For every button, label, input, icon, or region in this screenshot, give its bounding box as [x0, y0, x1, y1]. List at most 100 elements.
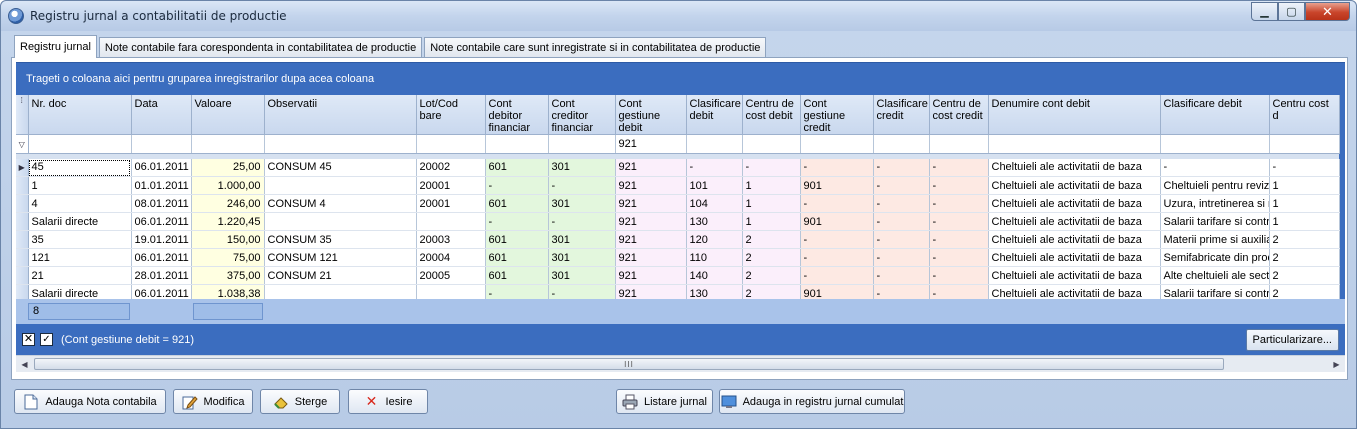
table-cell[interactable]: 601	[485, 230, 549, 249]
table-cell[interactable]: 104	[686, 194, 743, 213]
table-cell[interactable]: 20001	[416, 194, 486, 213]
table-cell[interactable]: CONSUM 4	[264, 194, 417, 213]
table-cell[interactable]: -	[800, 158, 874, 177]
filter-cell[interactable]	[28, 134, 132, 154]
filter-cell[interactable]	[1160, 134, 1270, 154]
table-cell[interactable]: 4	[28, 194, 132, 213]
customize-button[interactable]: Particularizare...	[1245, 329, 1339, 351]
table-cell[interactable]: -	[929, 158, 989, 177]
table-cell[interactable]: Cheltuieli ale activitatii de baza	[988, 158, 1161, 177]
filter-cell[interactable]	[742, 134, 801, 154]
table-cell[interactable]: CONSUM 45	[264, 158, 417, 177]
table-cell[interactable]: -	[929, 194, 989, 213]
table-cell[interactable]: 06.01.2011	[131, 212, 192, 231]
table-cell[interactable]: 2	[1269, 230, 1340, 249]
row-indicator[interactable]	[16, 230, 29, 249]
table-row[interactable]: 4 08.01.2011 246,00 CONSUM 4 20001 601 301 921 1…	[16, 194, 1340, 213]
table-cell[interactable]: 75,00	[191, 248, 265, 267]
table-cell[interactable]: 2	[1269, 248, 1340, 267]
table-cell[interactable]: 20002	[416, 158, 486, 177]
table-cell[interactable]: 1	[742, 194, 801, 213]
row-indicator[interactable]	[16, 194, 29, 213]
tab-note-fara-corespondenta[interactable]: Note contabile fara corespondenta in con…	[98, 37, 423, 58]
filter-cell[interactable]: 921	[615, 134, 687, 154]
table-cell[interactable]: -	[800, 230, 874, 249]
column-header[interactable]: Data	[131, 95, 192, 135]
add-cumulative-button[interactable]: Adauga in registru jurnal cumulat	[719, 389, 905, 414]
table-cell[interactable]: 120	[686, 230, 743, 249]
table-cell[interactable]: 301	[548, 194, 616, 213]
column-header[interactable]: Valoare	[191, 95, 265, 135]
table-cell[interactable]: 1.220,45	[191, 212, 265, 231]
column-header[interactable]: Clasificare credit	[873, 95, 930, 135]
edit-button[interactable]: Modifica	[173, 389, 253, 414]
table-cell[interactable]: 20005	[416, 266, 486, 285]
print-journal-button[interactable]: Listare jurnal	[616, 389, 713, 414]
table-cell[interactable]: 601	[485, 248, 549, 267]
table-cell[interactable]: 301	[548, 158, 616, 177]
group-by-panel[interactable]: Trageti o coloana aici pentru gruparea i…	[16, 62, 1345, 95]
column-header[interactable]: Clasificare debit	[1160, 95, 1270, 135]
table-cell[interactable]: -	[742, 158, 801, 177]
table-cell[interactable]: 01.01.2011	[131, 176, 192, 195]
table-cell[interactable]: Materii prime si auxiliar	[1160, 230, 1270, 249]
tab-registru-jurnal[interactable]: Registru jurnal	[14, 35, 97, 58]
clear-filter-icon[interactable]: ✕	[22, 333, 35, 346]
table-cell[interactable]: -	[929, 230, 989, 249]
table-cell[interactable]: 21	[28, 266, 132, 285]
table-cell[interactable]: 1	[1269, 176, 1340, 195]
table-cell[interactable]: 921	[615, 176, 687, 195]
filter-cell[interactable]	[131, 134, 192, 154]
table-cell[interactable]: -	[1269, 158, 1340, 177]
column-header[interactable]: Clasificare debit	[686, 95, 743, 135]
table-cell[interactable]: 921	[615, 230, 687, 249]
table-cell[interactable]: 2	[742, 266, 801, 285]
table-cell[interactable]: 150,00	[191, 230, 265, 249]
table-cell[interactable]: Cheltuieli ale activitatii de baza	[988, 248, 1161, 267]
table-cell[interactable]	[416, 212, 486, 231]
table-cell[interactable]: 28.01.2011	[131, 266, 192, 285]
table-cell[interactable]: 901	[800, 212, 874, 231]
filter-cell[interactable]	[548, 134, 616, 154]
table-cell[interactable]: 06.01.2011	[131, 158, 192, 177]
filter-cell[interactable]	[686, 134, 743, 154]
table-cell[interactable]: 1.000,00	[191, 176, 265, 195]
table-row[interactable]: 35 19.01.2011 150,00 CONSUM 35 20003 601 301 92…	[16, 230, 1340, 249]
filter-cell[interactable]	[800, 134, 874, 154]
current-row-indicator-icon[interactable]: ▶	[16, 158, 29, 177]
table-cell[interactable]: 2	[742, 248, 801, 267]
table-cell[interactable]: 121	[28, 248, 132, 267]
row-indicator[interactable]	[16, 266, 29, 285]
table-cell[interactable]: 2	[742, 230, 801, 249]
filter-cell[interactable]	[988, 134, 1161, 154]
table-cell[interactable]: 301	[548, 266, 616, 285]
table-cell[interactable]: 1	[742, 176, 801, 195]
table-cell[interactable]: 20004	[416, 248, 486, 267]
table-cell[interactable]: 140	[686, 266, 743, 285]
table-cell[interactable]: -	[929, 176, 989, 195]
table-cell[interactable]: Uzura, intretinerea si re	[1160, 194, 1270, 213]
table-cell[interactable]: 35	[28, 230, 132, 249]
column-header[interactable]: Cont gestiune debit	[615, 95, 687, 135]
tab-note-inregistrate[interactable]: Note contabile care sunt inregistrate si…	[424, 37, 767, 58]
table-row[interactable]: 21 28.01.2011 375,00 CONSUM 21 20005 601 301 92…	[16, 266, 1340, 285]
table-cell[interactable]: Cheltuieli ale activitatii de baza	[988, 212, 1161, 231]
table-row[interactable]: Salarii directe 06.01.2011 1.220,45- -921 13…	[16, 212, 1340, 231]
table-cell[interactable]: Salarii directe	[28, 212, 132, 231]
table-cell[interactable]: 601	[485, 194, 549, 213]
column-header[interactable]: Denumire cont debit	[988, 95, 1161, 135]
table-cell[interactable]: -	[929, 266, 989, 285]
filter-cell[interactable]	[929, 134, 989, 154]
delete-button[interactable]: Sterge	[260, 389, 340, 414]
table-cell[interactable]: -	[800, 248, 874, 267]
table-cell[interactable]	[264, 176, 417, 195]
minimize-button[interactable]: ▁	[1251, 2, 1278, 21]
table-cell[interactable]: -	[548, 176, 616, 195]
table-cell[interactable]: 246,00	[191, 194, 265, 213]
filter-cell[interactable]	[191, 134, 265, 154]
table-cell[interactable]: 1	[1269, 194, 1340, 213]
table-cell[interactable]: -	[686, 158, 743, 177]
table-cell[interactable]: -	[873, 176, 930, 195]
exit-button[interactable]: ✕ Iesire	[348, 389, 428, 414]
row-indicator[interactable]	[16, 176, 29, 195]
